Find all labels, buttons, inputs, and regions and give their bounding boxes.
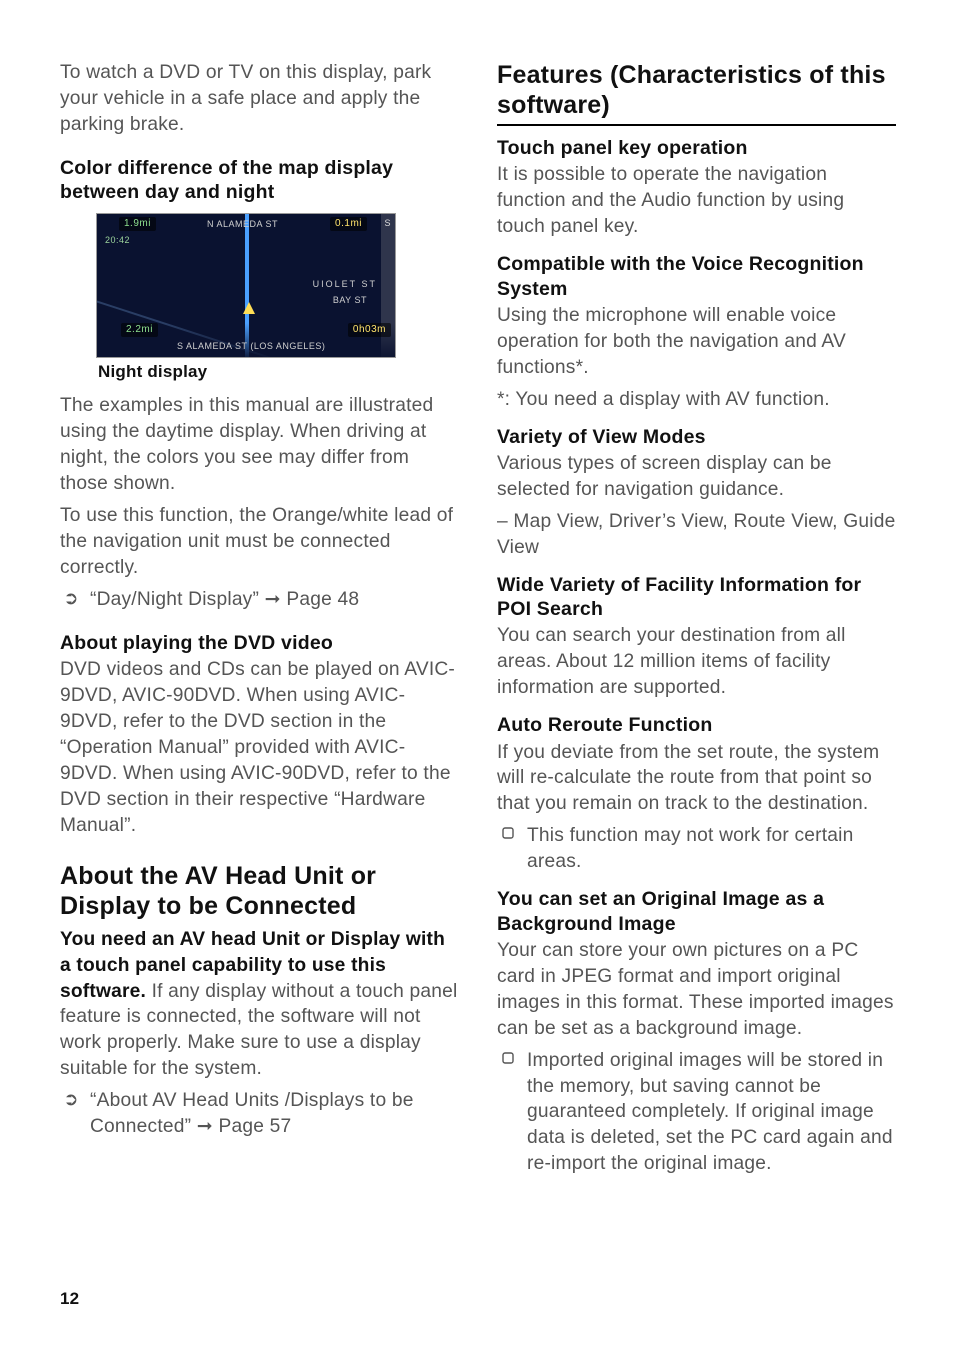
view-modes-heading: Variety of View Modes — [497, 425, 896, 449]
map-dist-top: 1.9mi — [119, 217, 156, 231]
cross-ref-icon: ➲ — [60, 587, 82, 610]
av-head-unit-para: You need an AV head Unit or Display with… — [60, 927, 459, 1083]
map-scale: 0.1mi — [330, 217, 367, 231]
view-modes-para-2: – Map View, Driver’s View, Route View, G… — [497, 509, 896, 561]
map-s-letter: S — [384, 217, 391, 229]
two-column-layout: To watch a DVD or TV on this display, pa… — [60, 60, 896, 1177]
cross-ref-av-head: ➲ “About AV Head Units /Displays to be C… — [60, 1088, 459, 1140]
poi-para: You can search your destination from all… — [497, 623, 896, 701]
view-modes-para-1: Various types of screen display can be s… — [497, 451, 896, 503]
night-display-figure: N ALAMEDA ST S ALAMEDA ST (LOS ANGELES) … — [96, 213, 396, 384]
voice-heading: Compatible with the Voice Recognition Sy… — [497, 252, 896, 301]
note-icon — [497, 1048, 519, 1064]
cross-ref-icon: ➲ — [60, 1088, 82, 1111]
touch-para: It is possible to operate the navigation… — [497, 162, 896, 240]
cross-ref-text: “About AV Head Units /Displays to be Con… — [90, 1088, 459, 1140]
voice-para-2: *: You need a display with AV function. — [497, 387, 896, 413]
map-eta-br: 0h03m — [348, 323, 391, 337]
page-number: 12 — [60, 1288, 79, 1311]
bg-image-note: Imported original images will be stored … — [497, 1048, 896, 1178]
right-column: Features (Characteristics of this softwa… — [497, 60, 896, 1177]
vehicle-marker-icon — [243, 302, 255, 314]
auto-reroute-para: If you deviate from the set route, the s… — [497, 740, 896, 818]
map-diff-heading: Color difference of the map display betw… — [60, 156, 459, 205]
bg-image-heading: You can set an Original Image as a Backg… — [497, 887, 896, 936]
bg-image-para: Your can store your own pictures on a PC… — [497, 938, 896, 1042]
night-map-image: N ALAMEDA ST S ALAMEDA ST (LOS ANGELES) … — [96, 213, 396, 358]
cross-ref-daynight: ➲ “Day/Night Display” ➞ Page 48 — [60, 587, 459, 613]
av-head-unit-heading: About the AV Head Unit or Display to be … — [60, 861, 459, 921]
note-text: This function may not work for certain a… — [527, 823, 896, 875]
intro-paragraph: To watch a DVD or TV on this display, pa… — [60, 60, 459, 138]
poi-heading: Wide Variety of Facility Information for… — [497, 573, 896, 622]
left-column: To watch a DVD or TV on this display, pa… — [60, 60, 459, 1177]
dvd-paragraph: DVD videos and CDs can be played on AVIC… — [60, 657, 459, 838]
map-bottom-street: S ALAMEDA ST (LOS ANGELES) — [177, 340, 325, 352]
map-dist-bl: 2.2mi — [121, 323, 158, 337]
after-map-para-2: To use this function, the Orange/white l… — [60, 503, 459, 581]
map-caption: Night display — [98, 361, 396, 384]
note-icon — [497, 823, 519, 839]
dvd-heading: About playing the DVD video — [60, 631, 459, 655]
auto-reroute-note: This function may not work for certain a… — [497, 823, 896, 875]
map-clock: 20:42 — [105, 234, 130, 246]
features-heading: Features (Characteristics of this softwa… — [497, 60, 896, 126]
touch-heading: Touch panel key operation — [497, 136, 896, 160]
auto-reroute-heading: Auto Reroute Function — [497, 713, 896, 737]
note-text: Imported original images will be stored … — [527, 1048, 896, 1178]
map-side-street-2: BAY ST — [333, 294, 367, 306]
after-map-para-1: The examples in this manual are illustra… — [60, 393, 459, 497]
voice-para-1: Using the microphone will enable voice o… — [497, 303, 896, 381]
cross-ref-text: “Day/Night Display” ➞ Page 48 — [90, 587, 459, 613]
map-side-street-1: UIOLET ST — [313, 278, 377, 290]
map-top-street: N ALAMEDA ST — [207, 218, 278, 230]
